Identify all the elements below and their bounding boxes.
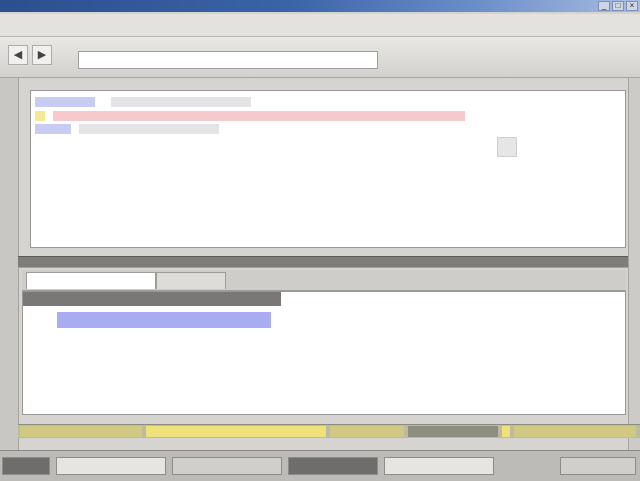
status-segment-highlight — [146, 426, 326, 437]
toolbar: ◀ ▶ — [0, 37, 640, 78]
start-button[interactable] — [2, 457, 50, 475]
status-segment — [514, 426, 636, 437]
system-tray — [560, 457, 636, 475]
highlighted-text — [35, 97, 95, 107]
highlighted-text — [35, 124, 71, 134]
text-line — [79, 124, 219, 134]
editor-pane[interactable] — [30, 90, 626, 248]
error-highlight — [53, 111, 465, 121]
status-segment — [330, 426, 404, 437]
pane-splitter[interactable] — [18, 256, 628, 268]
back-icon[interactable]: ◀ — [8, 45, 28, 65]
selected-list-item[interactable] — [57, 312, 271, 328]
forward-icon[interactable]: ▶ — [32, 45, 52, 65]
vertical-scrollbar[interactable] — [628, 78, 640, 450]
status-segment-highlight — [502, 426, 510, 437]
text-line — [111, 97, 251, 107]
bottom-tab-strip — [22, 270, 626, 291]
list-header — [23, 292, 281, 306]
taskbar-item[interactable] — [384, 457, 494, 475]
left-gutter — [0, 78, 19, 450]
minimize-icon[interactable]: _ — [598, 1, 610, 11]
current-line-marker — [35, 111, 45, 121]
status-segment — [20, 426, 142, 437]
taskbar — [0, 450, 640, 481]
tab-output[interactable] — [26, 272, 156, 289]
cursor-icon — [497, 137, 517, 157]
status-bar — [18, 424, 640, 438]
output-pane[interactable] — [22, 291, 626, 415]
taskbar-item[interactable] — [288, 457, 378, 475]
menu-bar — [0, 14, 640, 37]
status-segment — [408, 426, 498, 437]
tab-other[interactable] — [156, 272, 226, 289]
taskbar-item[interactable] — [56, 457, 166, 475]
address-field[interactable] — [78, 51, 378, 69]
taskbar-item[interactable] — [172, 457, 282, 475]
title-bar[interactable]: _ □ × — [0, 0, 640, 12]
application-window: _ □ × ◀ ▶ — [0, 0, 640, 481]
close-icon[interactable]: × — [626, 1, 638, 11]
maximize-icon[interactable]: □ — [612, 1, 624, 11]
